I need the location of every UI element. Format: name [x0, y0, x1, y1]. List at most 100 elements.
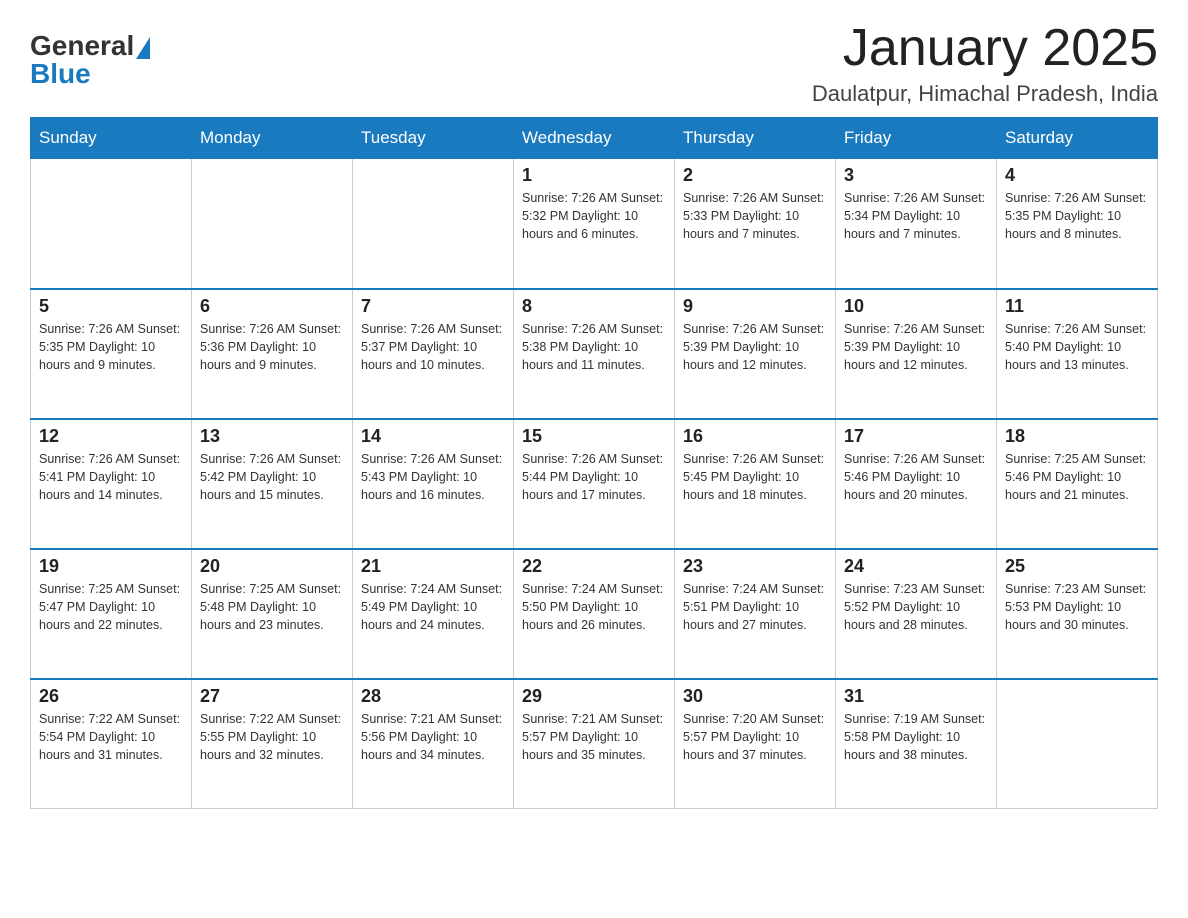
table-row: 27 Sunrise: 7:22 AM Sunset: 5:55 PM Dayli…: [192, 679, 353, 809]
table-row: 21 Sunrise: 7:24 AM Sunset: 5:49 PM Dayli…: [353, 549, 514, 679]
day-number: 10: [844, 296, 988, 317]
table-row: [31, 159, 192, 289]
calendar-header-row: Sunday Monday Tuesday Wednesday Thursday…: [31, 118, 1158, 159]
table-row: 7 Sunrise: 7:26 AM Sunset: 5:37 PM Daylig…: [353, 289, 514, 419]
day-info: Sunrise: 7:26 AM Sunset: 5:34 PM Dayligh…: [844, 189, 988, 243]
day-number: 29: [522, 686, 666, 707]
day-info: Sunrise: 7:26 AM Sunset: 5:36 PM Dayligh…: [200, 320, 344, 374]
day-number: 4: [1005, 165, 1149, 186]
header: General Blue January 2025 Daulatpur, Him…: [30, 20, 1158, 107]
table-row: 11 Sunrise: 7:26 AM Sunset: 5:40 PM Dayli…: [997, 289, 1158, 419]
day-info: Sunrise: 7:26 AM Sunset: 5:39 PM Dayligh…: [683, 320, 827, 374]
title-area: January 2025 Daulatpur, Himachal Pradesh…: [812, 20, 1158, 107]
day-info: Sunrise: 7:26 AM Sunset: 5:46 PM Dayligh…: [844, 450, 988, 504]
table-row: 22Sunrise: 7:24 AM Sunset: 5:50 PM Dayli…: [514, 549, 675, 679]
day-number: 13: [200, 426, 344, 447]
month-year-title: January 2025: [812, 20, 1158, 77]
table-row: 9 Sunrise: 7:26 AM Sunset: 5:39 PM Daylig…: [675, 289, 836, 419]
day-number: 8: [522, 296, 666, 317]
day-number: 20: [200, 556, 344, 577]
day-info: Sunrise: 7:23 AM Sunset: 5:52 PM Dayligh…: [844, 580, 988, 634]
table-row: 19Sunrise: 7:25 AM Sunset: 5:47 PM Dayli…: [31, 549, 192, 679]
day-info: Sunrise: 7:25 AM Sunset: 5:48 PM Dayligh…: [200, 580, 344, 634]
day-number: 12: [39, 426, 183, 447]
day-info: Sunrise: 7:26 AM Sunset: 5:33 PM Dayligh…: [683, 189, 827, 243]
table-row: 2 Sunrise: 7:26 AM Sunset: 5:33 PM Daylig…: [675, 159, 836, 289]
logo-triangle-icon: [136, 37, 150, 59]
day-info: Sunrise: 7:26 AM Sunset: 5:42 PM Dayligh…: [200, 450, 344, 504]
day-number: 19: [39, 556, 183, 577]
day-info: Sunrise: 7:24 AM Sunset: 5:51 PM Dayligh…: [683, 580, 827, 634]
table-row: 13 Sunrise: 7:26 AM Sunset: 5:42 PM Dayli…: [192, 419, 353, 549]
day-info: Sunrise: 7:26 AM Sunset: 5:35 PM Dayligh…: [39, 320, 183, 374]
day-info: Sunrise: 7:26 AM Sunset: 5:44 PM Dayligh…: [522, 450, 666, 504]
day-number: 26: [39, 686, 183, 707]
table-row: 1 Sunrise: 7:26 AM Sunset: 5:32 PM Daylig…: [514, 159, 675, 289]
day-number: 11: [1005, 296, 1149, 317]
day-number: 2: [683, 165, 827, 186]
col-saturday: Saturday: [997, 118, 1158, 159]
day-info: Sunrise: 7:20 AM Sunset: 5:57 PM Dayligh…: [683, 710, 827, 764]
day-info: Sunrise: 7:21 AM Sunset: 5:56 PM Dayligh…: [361, 710, 505, 764]
day-number: 9: [683, 296, 827, 317]
day-info: Sunrise: 7:26 AM Sunset: 5:41 PM Dayligh…: [39, 450, 183, 504]
calendar-week-row: 5 Sunrise: 7:26 AM Sunset: 5:35 PM Daylig…: [31, 289, 1158, 419]
location-subtitle: Daulatpur, Himachal Pradesh, India: [812, 81, 1158, 107]
table-row: [353, 159, 514, 289]
table-row: 4 Sunrise: 7:26 AM Sunset: 5:35 PM Daylig…: [997, 159, 1158, 289]
calendar-week-row: 26 Sunrise: 7:22 AM Sunset: 5:54 PM Dayli…: [31, 679, 1158, 809]
day-number: 15: [522, 426, 666, 447]
table-row: 14 Sunrise: 7:26 AM Sunset: 5:43 PM Dayli…: [353, 419, 514, 549]
day-info: Sunrise: 7:26 AM Sunset: 5:38 PM Dayligh…: [522, 320, 666, 374]
table-row: 29 Sunrise: 7:21 AM Sunset: 5:57 PM Dayli…: [514, 679, 675, 809]
table-row: 5 Sunrise: 7:26 AM Sunset: 5:35 PM Daylig…: [31, 289, 192, 419]
col-tuesday: Tuesday: [353, 118, 514, 159]
day-number: 16: [683, 426, 827, 447]
day-number: 30: [683, 686, 827, 707]
col-sunday: Sunday: [31, 118, 192, 159]
day-number: 23: [683, 556, 827, 577]
table-row: 6 Sunrise: 7:26 AM Sunset: 5:36 PM Daylig…: [192, 289, 353, 419]
day-number: 5: [39, 296, 183, 317]
day-number: 1: [522, 165, 666, 186]
day-info: Sunrise: 7:26 AM Sunset: 5:37 PM Dayligh…: [361, 320, 505, 374]
day-number: 6: [200, 296, 344, 317]
table-row: 23 Sunrise: 7:24 AM Sunset: 5:51 PM Dayli…: [675, 549, 836, 679]
calendar-table: Sunday Monday Tuesday Wednesday Thursday…: [30, 117, 1158, 809]
day-info: Sunrise: 7:19 AM Sunset: 5:58 PM Dayligh…: [844, 710, 988, 764]
day-number: 22: [522, 556, 666, 577]
day-number: 25: [1005, 556, 1149, 577]
day-number: 27: [200, 686, 344, 707]
day-info: Sunrise: 7:22 AM Sunset: 5:54 PM Dayligh…: [39, 710, 183, 764]
day-info: Sunrise: 7:26 AM Sunset: 5:45 PM Dayligh…: [683, 450, 827, 504]
table-row: [192, 159, 353, 289]
day-info: Sunrise: 7:24 AM Sunset: 5:49 PM Dayligh…: [361, 580, 505, 634]
day-info: Sunrise: 7:25 AM Sunset: 5:46 PM Dayligh…: [1005, 450, 1149, 504]
table-row: 28 Sunrise: 7:21 AM Sunset: 5:56 PM Dayli…: [353, 679, 514, 809]
col-wednesday: Wednesday: [514, 118, 675, 159]
day-info: Sunrise: 7:26 AM Sunset: 5:35 PM Dayligh…: [1005, 189, 1149, 243]
calendar-week-row: 1 Sunrise: 7:26 AM Sunset: 5:32 PM Daylig…: [31, 159, 1158, 289]
day-info: Sunrise: 7:23 AM Sunset: 5:53 PM Dayligh…: [1005, 580, 1149, 634]
day-info: Sunrise: 7:22 AM Sunset: 5:55 PM Dayligh…: [200, 710, 344, 764]
table-row: [997, 679, 1158, 809]
table-row: 25 Sunrise: 7:23 AM Sunset: 5:53 PM Dayli…: [997, 549, 1158, 679]
day-number: 18: [1005, 426, 1149, 447]
day-number: 21: [361, 556, 505, 577]
day-info: Sunrise: 7:26 AM Sunset: 5:40 PM Dayligh…: [1005, 320, 1149, 374]
table-row: 26 Sunrise: 7:22 AM Sunset: 5:54 PM Dayli…: [31, 679, 192, 809]
calendar-week-row: 19Sunrise: 7:25 AM Sunset: 5:47 PM Dayli…: [31, 549, 1158, 679]
day-info: Sunrise: 7:26 AM Sunset: 5:43 PM Dayligh…: [361, 450, 505, 504]
table-row: 10Sunrise: 7:26 AM Sunset: 5:39 PM Dayli…: [836, 289, 997, 419]
day-number: 7: [361, 296, 505, 317]
day-number: 14: [361, 426, 505, 447]
table-row: 16 Sunrise: 7:26 AM Sunset: 5:45 PM Dayli…: [675, 419, 836, 549]
day-number: 17: [844, 426, 988, 447]
day-info: Sunrise: 7:26 AM Sunset: 5:32 PM Dayligh…: [522, 189, 666, 243]
day-number: 3: [844, 165, 988, 186]
day-info: Sunrise: 7:21 AM Sunset: 5:57 PM Dayligh…: [522, 710, 666, 764]
day-number: 28: [361, 686, 505, 707]
table-row: 17 Sunrise: 7:26 AM Sunset: 5:46 PM Dayli…: [836, 419, 997, 549]
table-row: 8 Sunrise: 7:26 AM Sunset: 5:38 PM Daylig…: [514, 289, 675, 419]
logo-blue-text: Blue: [30, 58, 91, 90]
